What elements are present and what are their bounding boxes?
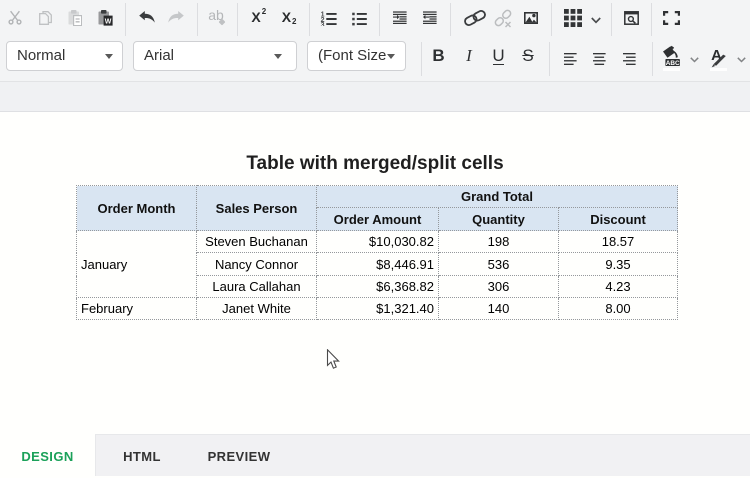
svg-text:W: W bbox=[105, 18, 112, 25]
svg-text:3: 3 bbox=[321, 21, 325, 25]
svg-text:ABC: ABC bbox=[666, 60, 680, 67]
